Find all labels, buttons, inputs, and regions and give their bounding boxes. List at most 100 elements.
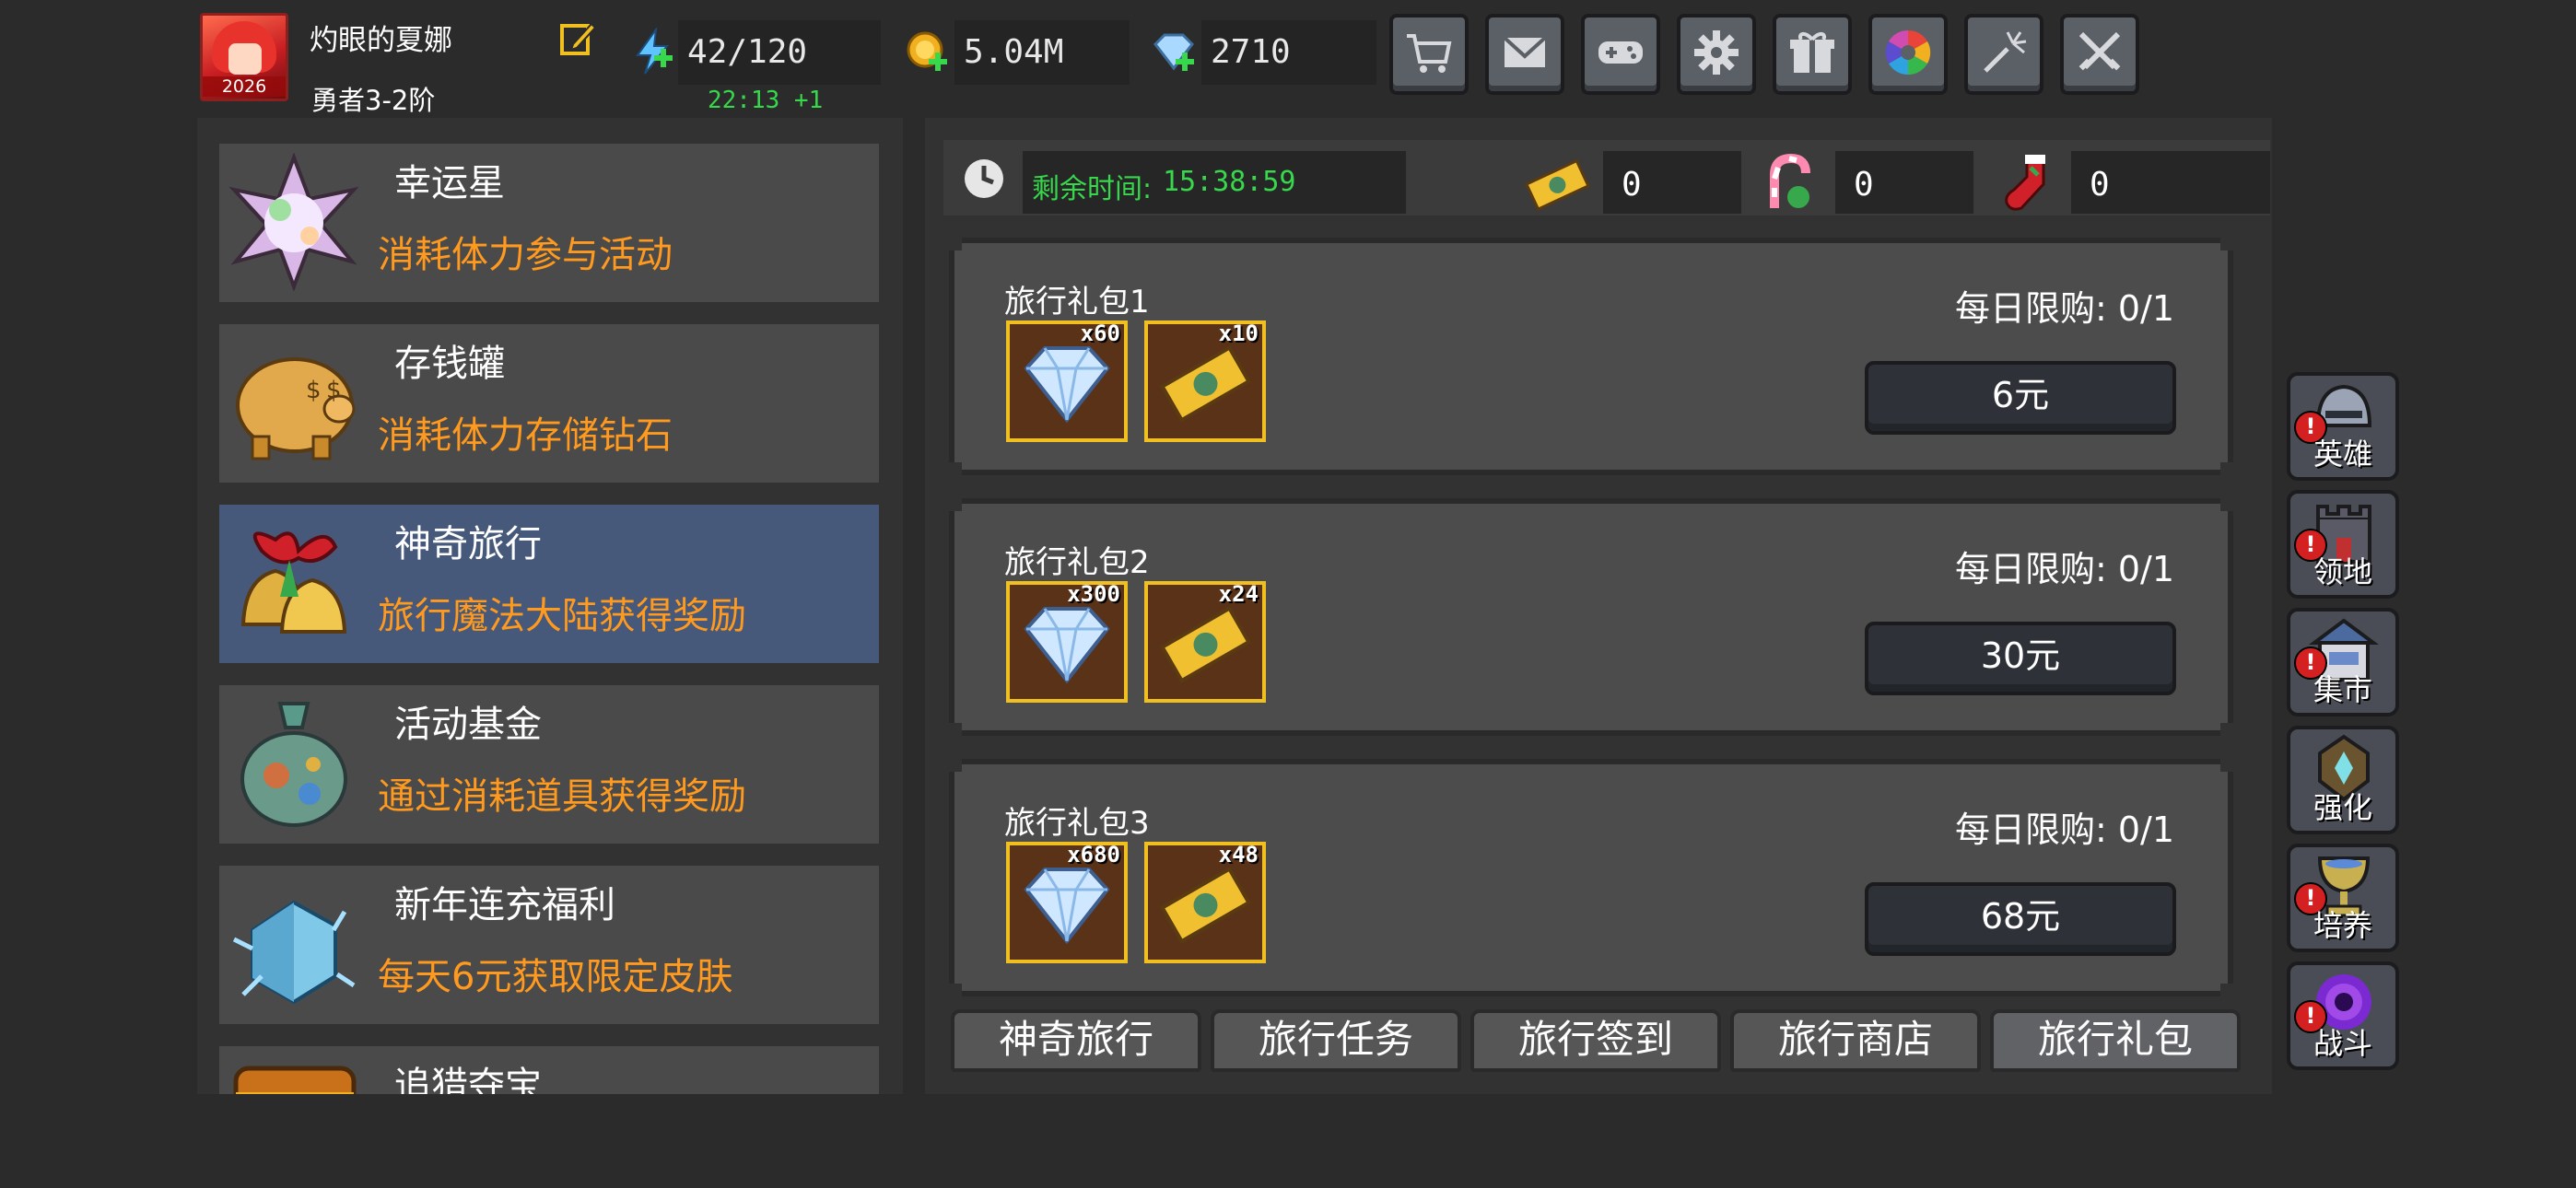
- firework-icon: [1984, 31, 2027, 73]
- firework-button[interactable]: [1964, 14, 2043, 95]
- gift-button[interactable]: [1773, 14, 1852, 95]
- treasure-chest-icon: [233, 1066, 357, 1094]
- ticket-icon: [1159, 337, 1251, 429]
- edit-name-icon[interactable]: [558, 18, 599, 59]
- gear-icon: [1694, 30, 1739, 75]
- tab-travel-checkin[interactable]: 旅行签到: [1470, 1009, 1721, 1072]
- buy-button[interactable]: 6元: [1865, 361, 2176, 435]
- tab-travel-gift-pack[interactable]: 旅行礼包: [1990, 1009, 2241, 1072]
- pack-item-slot[interactable]: x680: [1006, 842, 1128, 963]
- item-count: x24: [1218, 581, 1259, 607]
- item-count: x48: [1218, 842, 1259, 868]
- nav-battle[interactable]: ! 战斗: [2287, 961, 2399, 1070]
- games-button[interactable]: [1581, 14, 1660, 95]
- cart-icon: [1407, 34, 1452, 73]
- event-item-piggy-bank[interactable]: $ $ 存钱罐 消耗体力存储钻石: [219, 324, 879, 483]
- ticket-icon: [1159, 598, 1251, 690]
- player-name: 灼眼的夏娜: [310, 24, 452, 57]
- event-subtitle: 消耗体力参与活动: [378, 234, 673, 276]
- ticket-icon: [1159, 858, 1251, 950]
- pack-item-slot[interactable]: x24: [1144, 581, 1266, 703]
- mail-icon: [1503, 36, 1547, 67]
- battle-button[interactable]: [2060, 14, 2139, 95]
- gold-coin-icon: [907, 31, 947, 71]
- money-bag-icon: [240, 702, 347, 827]
- event-item-treasure-hunt[interactable]: 追猎夺宝: [219, 1046, 879, 1094]
- tab-magic-travel[interactable]: 神奇旅行: [951, 1009, 1201, 1072]
- buy-button[interactable]: 30元: [1865, 622, 2176, 695]
- timer-label: 剩余时间:: [1032, 173, 1153, 205]
- crossed-swords-icon: [2078, 31, 2121, 71]
- event-title: 神奇旅行: [394, 523, 542, 565]
- event-subtitle: 每天6元获取限定皮肤: [378, 956, 733, 998]
- pack-daily-limit: 每日限购: 0/1: [1954, 288, 2174, 329]
- nav-heroes[interactable]: ! 英雄: [2287, 372, 2399, 481]
- bells-icon: [240, 531, 347, 634]
- gold-value: 5.04M: [954, 20, 1130, 85]
- mail-button[interactable]: [1485, 14, 1564, 95]
- pack-name: 旅行礼包2: [1004, 544, 1150, 581]
- color-wheel-button[interactable]: [1868, 14, 1948, 95]
- ticket-count: 0: [1622, 166, 1642, 204]
- pack-name: 旅行礼包1: [1004, 284, 1150, 320]
- pack-name: 旅行礼包3: [1004, 805, 1150, 842]
- svg-text:$: $: [306, 377, 322, 404]
- gift-icon: [1790, 32, 1834, 73]
- nav-label: 强化: [2313, 790, 2372, 825]
- event-list[interactable]: 幸运星 消耗体力参与活动 $ $ 存钱罐 消耗体力存储钻石 神奇旅行 旅行魔法大陆…: [197, 118, 903, 1094]
- event-title: 活动基金: [394, 704, 542, 746]
- tab-travel-shop[interactable]: 旅行商店: [1730, 1009, 1981, 1072]
- event-subtitle: 通过消耗道具获得奖励: [378, 775, 746, 818]
- ice-crystal-icon: [232, 900, 356, 1005]
- pack-item-slot[interactable]: x48: [1144, 842, 1266, 963]
- stocking-count: 0: [2090, 166, 2110, 204]
- nav-cultivate[interactable]: ! 培养: [2287, 844, 2399, 952]
- event-item-lucky-star[interactable]: 幸运星 消耗体力参与活动: [219, 144, 879, 302]
- buy-button[interactable]: 68元: [1865, 882, 2176, 956]
- settings-button[interactable]: [1677, 14, 1756, 95]
- player-rank: 勇者3-2阶: [311, 85, 436, 116]
- diamond-icon: [1021, 337, 1113, 429]
- tab-travel-tasks[interactable]: 旅行任务: [1211, 1009, 1461, 1072]
- nav-territory[interactable]: ! 领地: [2287, 490, 2399, 599]
- gift-pack-card: 旅行礼包1 每日限购: 0/1 x60 x10 6元: [949, 238, 2233, 475]
- event-title: 幸运星: [394, 162, 505, 204]
- event-subtitle: 消耗体力存储钻石: [378, 414, 673, 457]
- diamond-icon: [1021, 598, 1113, 690]
- candy-cane-icon: [1770, 153, 1810, 208]
- gamepad-icon: [1598, 41, 1643, 64]
- ticket-icon: [1524, 158, 1590, 212]
- nav-label: 集市: [2313, 672, 2372, 707]
- stocking-icon: [2005, 155, 2045, 211]
- event-title: 存钱罐: [394, 343, 505, 385]
- shop-button[interactable]: [1389, 14, 1469, 95]
- avatar-face: [228, 43, 262, 75]
- pack-item-slot[interactable]: x300: [1006, 581, 1128, 703]
- event-item-new-year-recharge[interactable]: 新年连充福利 每天6元获取限定皮肤: [219, 866, 879, 1024]
- gift-pack-card: 旅行礼包2 每日限购: 0/1 x300 x24 30元: [949, 498, 2233, 736]
- item-count: x60: [1080, 320, 1120, 346]
- stamina-bolt-icon: [636, 28, 673, 75]
- diamond-value: 2710: [1201, 20, 1376, 85]
- nav-label: 培养: [2313, 908, 2372, 943]
- nav-market[interactable]: ! 集市: [2287, 608, 2399, 716]
- event-title: 新年连充福利: [394, 884, 615, 926]
- clock-icon: [965, 159, 1003, 198]
- event-item-magic-travel[interactable]: 神奇旅行 旅行魔法大陆获得奖励: [219, 505, 879, 663]
- nav-label: 英雄: [2313, 437, 2372, 472]
- gift-pack-card: 旅行礼包3 每日限购: 0/1 x680 x48 68元: [949, 759, 2233, 996]
- player-avatar[interactable]: 2026: [200, 13, 288, 101]
- stamina-regen-timer: 22:13 +1: [708, 87, 824, 114]
- item-count: x300: [1067, 581, 1120, 607]
- nav-label: 战斗: [2313, 1026, 2372, 1061]
- pack-daily-limit: 每日限购: 0/1: [1954, 809, 2174, 850]
- pack-item-slot[interactable]: x10: [1144, 320, 1266, 442]
- avatar-year-badge: 2026: [203, 76, 286, 97]
- stamina-value: 42/120: [678, 20, 881, 85]
- event-item-activity-fund[interactable]: 活动基金 通过消耗道具获得奖励: [219, 685, 879, 844]
- piggy-bank-icon: $ $: [236, 357, 356, 460]
- pack-item-slot[interactable]: x60: [1006, 320, 1128, 442]
- nav-enhance[interactable]: 强化: [2287, 726, 2399, 834]
- color-wheel-icon: [1885, 29, 1931, 76]
- svg-text:$: $: [326, 377, 342, 404]
